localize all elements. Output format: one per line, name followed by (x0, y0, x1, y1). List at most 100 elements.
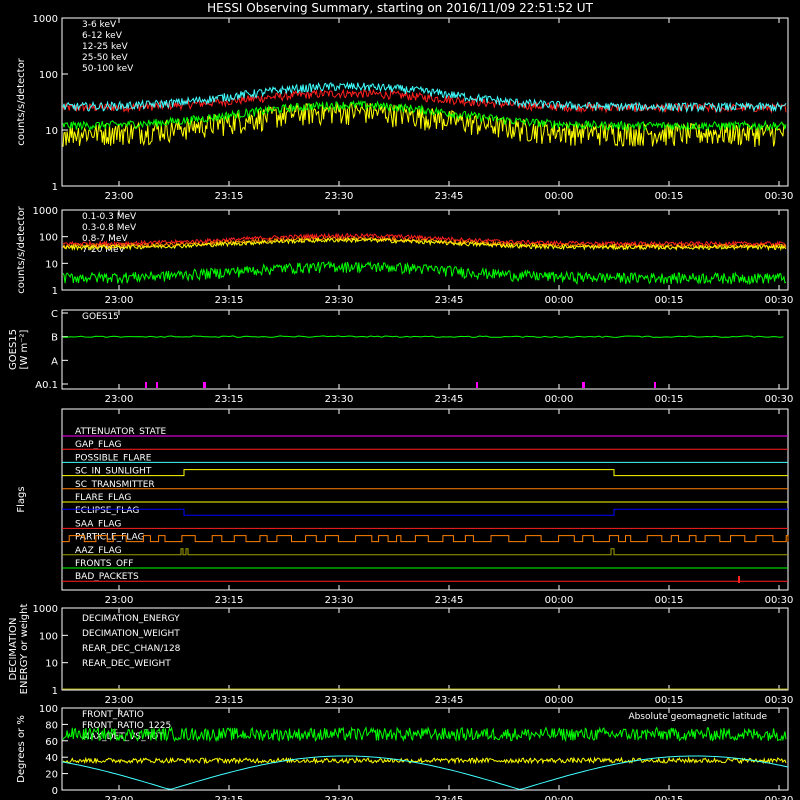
goes-line (62, 335, 784, 338)
flag-line (62, 469, 788, 477)
legend-entry: 12-25 keV (82, 42, 128, 52)
y-tick-label: 10 (45, 259, 58, 270)
y-tick-label: 100 (39, 704, 58, 715)
x-tick-label: 23:00 (105, 695, 134, 706)
series-line (62, 726, 787, 743)
x-tick-label: 23:15 (215, 795, 244, 800)
panel-frame (61, 209, 789, 291)
x-tick-label: 00:00 (545, 595, 574, 606)
x-tick-label: 23:30 (325, 795, 354, 800)
x-tick-label: 23:45 (435, 795, 464, 800)
y-tick-label: B (51, 333, 58, 344)
flag-line (62, 508, 788, 516)
x-tick-label: 00:15 (655, 295, 684, 306)
panel-3: 23:00 23:15 23:30 23:45 00:00 00:15 00:30 GOES1… (8, 309, 793, 405)
x-tick-label: 23:45 (435, 191, 464, 202)
legend-entry: 3-6 keV (82, 20, 117, 30)
y-tick-label: 1000 (33, 206, 58, 217)
y-axis-label: Degrees or % (16, 715, 27, 783)
legend-entry: FRONT_RATIO (82, 710, 144, 720)
x-tick-label: 23:00 (105, 191, 134, 202)
x-tick-label: 00:15 (655, 795, 684, 800)
y-tick-label: 20 (45, 770, 58, 781)
x-tick-label: 00:00 (545, 295, 574, 306)
x-tick-label: 00:30 (765, 394, 794, 405)
y-tick-label: 10 (45, 659, 58, 670)
y-tick-label: A0.1 (35, 380, 58, 391)
x-tick-label: 00:00 (545, 191, 574, 202)
y-tick-label: 80 (45, 720, 58, 731)
geomagnetic-annotation: Absolute geomagnetic latitude (628, 712, 767, 722)
y-tick-label: 60 (45, 737, 58, 748)
x-tick-label: 23:45 (435, 595, 464, 606)
legend-entry: REAR_DEC_WEIGHT (82, 659, 171, 669)
y-axis-label-2: ENERGY or weight (19, 604, 30, 695)
legend-entry: 0.1-0.3 MeV (82, 212, 137, 222)
x-tick-label: 00:30 (765, 695, 794, 706)
x-tick-label: 23:00 (105, 595, 134, 606)
x-tick-label: 23:30 (325, 695, 354, 706)
panel-2: 23:00 23:15 23:30 23:45 00:00 00:15 00:30 count… (16, 205, 793, 306)
x-tick-label: 00:15 (655, 595, 684, 606)
y-tick-label: 100 (39, 70, 58, 81)
y-tick-label: 1 (52, 686, 58, 697)
legend-entry: FRONT_RATIO_1225 (82, 721, 171, 731)
y-axis-label: counts/s/detector (16, 205, 27, 293)
x-tick-label: 00:30 (765, 191, 794, 202)
x-tick-label: 00:15 (655, 394, 684, 405)
x-tick-label: 23:00 (105, 295, 134, 306)
x-tick-label: 00:00 (545, 394, 574, 405)
hessi-summary-chart: HESSI Observing Summary, starting on 201… (8, 1, 794, 800)
panel-frame (61, 309, 789, 390)
x-tick-label: 00:30 (765, 795, 794, 800)
y-tick-label: 100 (39, 631, 58, 642)
x-tick-label: 23:15 (215, 695, 244, 706)
x-tick-label: 00:30 (765, 295, 794, 306)
x-tick-label: 23:30 (325, 595, 354, 606)
legend-entry: REAR_DEC_CHAN/128 (82, 644, 181, 654)
y-tick-label: 1000 (33, 604, 58, 615)
y-tick-label: 1 (52, 286, 58, 297)
y-tick-label: C (51, 309, 58, 320)
y-tick-label: 1000 (33, 14, 58, 25)
series-line (62, 260, 787, 286)
x-tick-label: 23:00 (105, 795, 134, 800)
x-tick-label: 00:15 (655, 191, 684, 202)
y-axis-label-2: [W m⁻²] (19, 329, 30, 369)
y-axis-label: GOES15 (8, 329, 19, 370)
flag-line (62, 535, 789, 543)
y-tick-label: A (51, 356, 58, 367)
legend-entry: GOES15 (82, 312, 119, 322)
x-tick-label: 23:30 (325, 394, 354, 405)
x-tick-label: 23:15 (215, 295, 244, 306)
series-trace (62, 260, 787, 286)
x-tick-label: 23:30 (325, 295, 354, 306)
flag-label: ECLIPSE_FLAG (75, 506, 139, 516)
x-tick-label: 23:15 (215, 394, 244, 405)
x-tick-label: 00:00 (545, 795, 574, 800)
x-tick-label: 00:30 (765, 595, 794, 606)
y-axis-label: Flags (16, 486, 27, 512)
y-axis-label: counts/s/detector (16, 57, 27, 145)
legend-entry: DECIMATION_WEIGHT (82, 629, 180, 639)
legend-entry: DECIMATION_ENERGY (82, 614, 180, 624)
x-tick-label: 23:15 (215, 191, 244, 202)
x-tick-label: 00:15 (655, 695, 684, 706)
flag-line (62, 548, 788, 556)
panel-frame (61, 17, 789, 187)
y-axis-label: DECIMATION (8, 617, 19, 680)
x-tick-label: 23:45 (435, 695, 464, 706)
legend-entry: 50-100 keV (82, 64, 134, 74)
panel-5: 23:00 23:15 23:30 23:45 00:00 00:15 00:30 DECIM… (8, 604, 793, 706)
series-line (62, 756, 787, 765)
chart-title: HESSI Observing Summary, starting on 201… (207, 1, 593, 15)
y-tick-label: 10 (45, 126, 58, 137)
y-tick-label: 100 (39, 233, 58, 244)
x-tick-label: 23:45 (435, 295, 464, 306)
legend-entry: 0.3-0.8 MeV (82, 223, 137, 233)
x-tick-label: 23:45 (435, 394, 464, 405)
x-tick-label: 00:00 (545, 695, 574, 706)
x-tick-label: 23:30 (325, 191, 354, 202)
y-tick-label: 40 (45, 753, 58, 764)
legend-entry: 25-50 keV (82, 53, 128, 63)
